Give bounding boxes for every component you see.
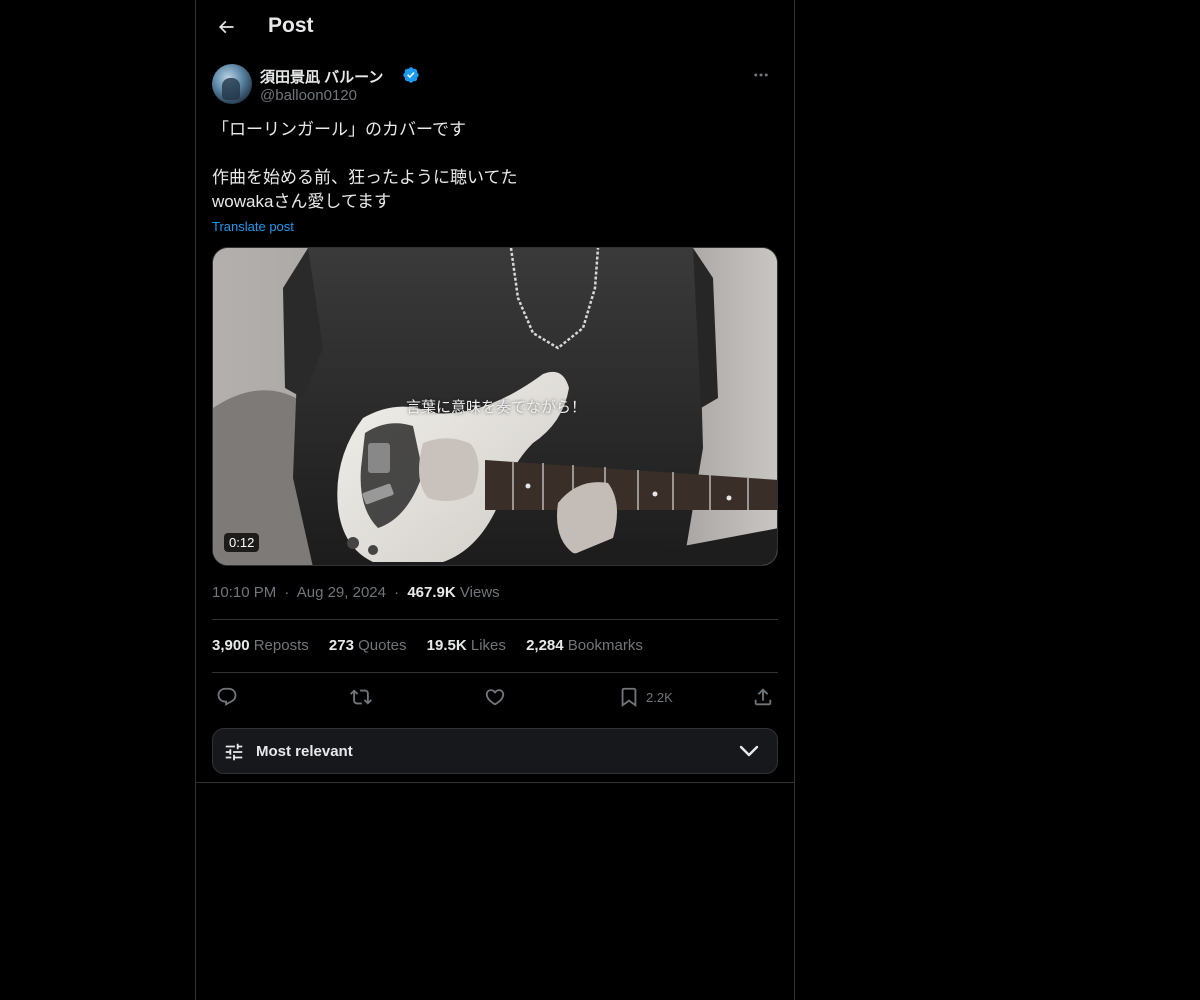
post-text-line: wowakaさん愛してます [212, 192, 392, 211]
likes-label: Likes [470, 637, 506, 654]
quotes-label: Quotes [358, 637, 407, 654]
bookmark-icon [621, 687, 637, 708]
likes-count: 19.5K [426, 637, 467, 654]
avatar[interactable] [212, 64, 252, 104]
like-icon [485, 689, 505, 706]
bookmark-button[interactable]: 2.2K [618, 684, 673, 710]
bookmarks-count: 2,284 [526, 637, 564, 654]
chevron-down-icon [739, 745, 759, 757]
share-button[interactable] [752, 684, 774, 710]
divider [212, 672, 778, 673]
post-time[interactable]: 10:10 PM [212, 584, 276, 601]
author-display-name[interactable]: 須田景凪 バルーン [260, 66, 383, 87]
post-text: 「ローリンガール」のカバーです 作曲を始める前、狂ったように聴いてた wowak… [212, 118, 778, 214]
page-title: Post [268, 14, 314, 37]
verified-badge-icon[interactable] [402, 66, 420, 84]
bookmark-count: 2.2K [646, 689, 673, 705]
post-text-blank-line [212, 142, 778, 166]
divider [196, 782, 794, 783]
post-text-line: 作曲を始める前、狂ったように聴いてた [212, 168, 518, 187]
post-header: Post [196, 0, 794, 54]
primary-column: Post 須田景凪 バルーン @balloon0120 「ローリンガール」のカバ… [195, 0, 795, 1000]
reposts-stat[interactable]: 3,900 Reposts [212, 637, 309, 654]
like-button[interactable] [484, 684, 506, 710]
post-author: 須田景凪 バルーン @balloon0120 [212, 64, 778, 106]
post-date[interactable]: Aug 29, 2024 [297, 584, 386, 601]
divider [212, 619, 778, 620]
repost-icon [350, 689, 372, 705]
meta-separator: · [284, 584, 290, 601]
reposts-label: Reposts [253, 637, 309, 654]
translate-post-link[interactable]: Translate post [212, 219, 294, 234]
quotes-count: 273 [328, 637, 354, 654]
bookmarks-label: Bookmarks [567, 637, 643, 654]
video-player[interactable]: 言葉に意味を奏でながら！ 0:12 [212, 247, 778, 566]
reposts-count: 3,900 [212, 637, 250, 654]
video-duration-badge: 0:12 [224, 533, 260, 552]
more-dots-icon [754, 73, 768, 77]
quotes-stat[interactable]: 273 Quotes [329, 637, 407, 654]
post-text-line: 「ローリンガール」のカバーです [212, 120, 466, 139]
sort-label: Most relevant [256, 743, 353, 760]
views-count: 467.9K [407, 584, 456, 601]
bookmarks-stat[interactable]: 2,284 Bookmarks [526, 637, 643, 654]
back-button[interactable] [208, 9, 244, 45]
engagement-stats: 3,900 Reposts 273 Quotes 19.5K Likes 2,2… [212, 637, 778, 654]
more-options-button[interactable] [744, 64, 778, 86]
arrow-left-icon [218, 20, 234, 34]
post-meta: 10:10 PM · Aug 29, 2024 · 467.9K Views [212, 584, 500, 601]
repost-button[interactable] [350, 684, 372, 710]
reply-icon [217, 687, 237, 706]
likes-stat[interactable]: 19.5K Likes [427, 637, 506, 654]
action-bar: 2.2K [212, 684, 778, 710]
video-subtitle: 言葉に意味を奏でながら！ [405, 398, 586, 416]
author-handle[interactable]: @balloon0120 [260, 87, 357, 104]
reply-button[interactable] [216, 684, 238, 710]
views-label: Views [459, 584, 500, 601]
reply-sort-dropdown[interactable]: Most relevant [212, 728, 778, 774]
sliders-icon [225, 743, 243, 761]
meta-separator: · [394, 584, 400, 601]
share-icon [754, 688, 772, 706]
